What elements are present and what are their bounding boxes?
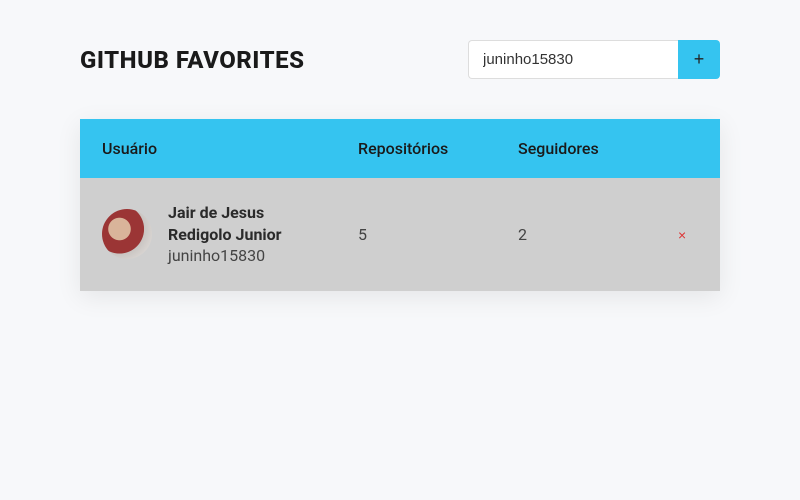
favorites-table: Usuário Repositórios Seguidores Jair de … (80, 119, 720, 291)
add-button[interactable]: + (678, 40, 720, 79)
close-icon: × (678, 227, 686, 243)
column-header-action (656, 119, 720, 178)
search-input[interactable] (468, 40, 678, 79)
user-name: Jair de Jesus Redigolo Junior (168, 202, 314, 245)
user-cell: Jair de Jesus Redigolo Junior juninho158… (102, 202, 314, 267)
repos-value: 5 (336, 178, 496, 291)
followers-value: 2 (496, 178, 656, 291)
search-box: + (468, 40, 720, 79)
remove-button[interactable]: × (678, 227, 686, 243)
table-row: Jair de Jesus Redigolo Junior juninho158… (80, 178, 720, 291)
column-header-repos: Repositórios (336, 119, 496, 178)
column-header-followers: Seguidores (496, 119, 656, 178)
column-header-user: Usuário (80, 119, 336, 178)
user-login: juninho15830 (168, 245, 314, 267)
page-title: GITHUB FAVORITES (80, 46, 304, 74)
avatar (102, 209, 152, 259)
